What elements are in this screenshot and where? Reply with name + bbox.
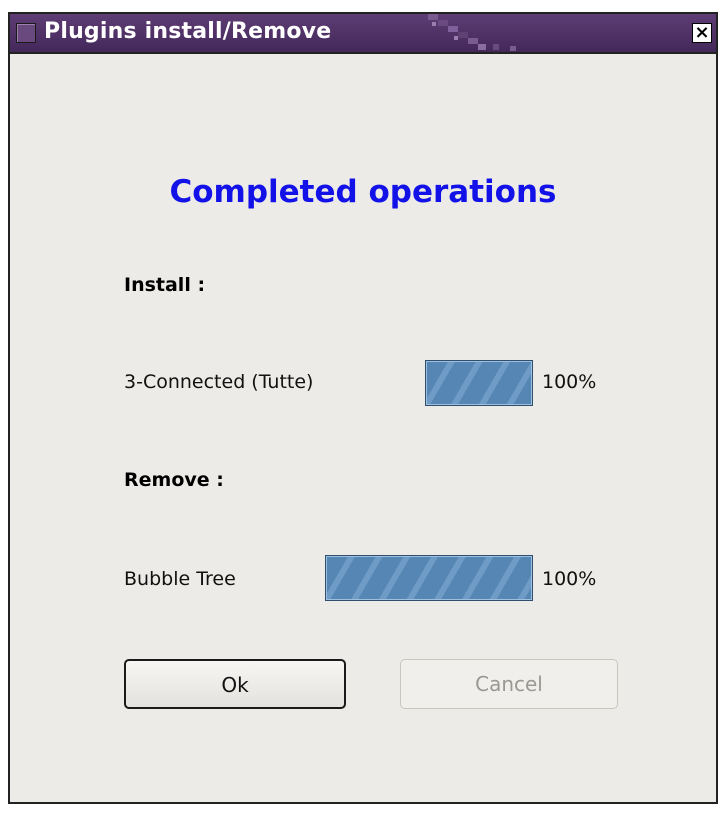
- remove-item-name: Bubble Tree: [124, 568, 236, 590]
- title-bar[interactable]: Plugins install/Remove ×: [10, 14, 716, 54]
- remove-progress-bar: [325, 555, 533, 601]
- install-section-label: Install :: [124, 274, 206, 296]
- close-button[interactable]: ×: [692, 23, 712, 43]
- remove-section-label: Remove :: [124, 469, 224, 491]
- titlebar-decoration-icon: [428, 14, 516, 51]
- window-menu-icon[interactable]: [16, 23, 36, 43]
- window-title: Plugins install/Remove: [44, 19, 332, 44]
- remove-progress-percent: 100%: [542, 568, 597, 590]
- install-progress-bar: [425, 360, 533, 406]
- install-item-name: 3-Connected (Tutte): [124, 371, 314, 393]
- page-title: Completed operations: [169, 174, 557, 210]
- ok-button[interactable]: Ok: [124, 659, 346, 709]
- install-progress-fill: [426, 361, 532, 405]
- install-progress-percent: 100%: [542, 371, 597, 393]
- remove-progress-fill: [326, 556, 532, 600]
- plugins-dialog: Plugins install/Remove × Completed opera…: [8, 12, 718, 804]
- cancel-button[interactable]: Cancel: [400, 659, 618, 709]
